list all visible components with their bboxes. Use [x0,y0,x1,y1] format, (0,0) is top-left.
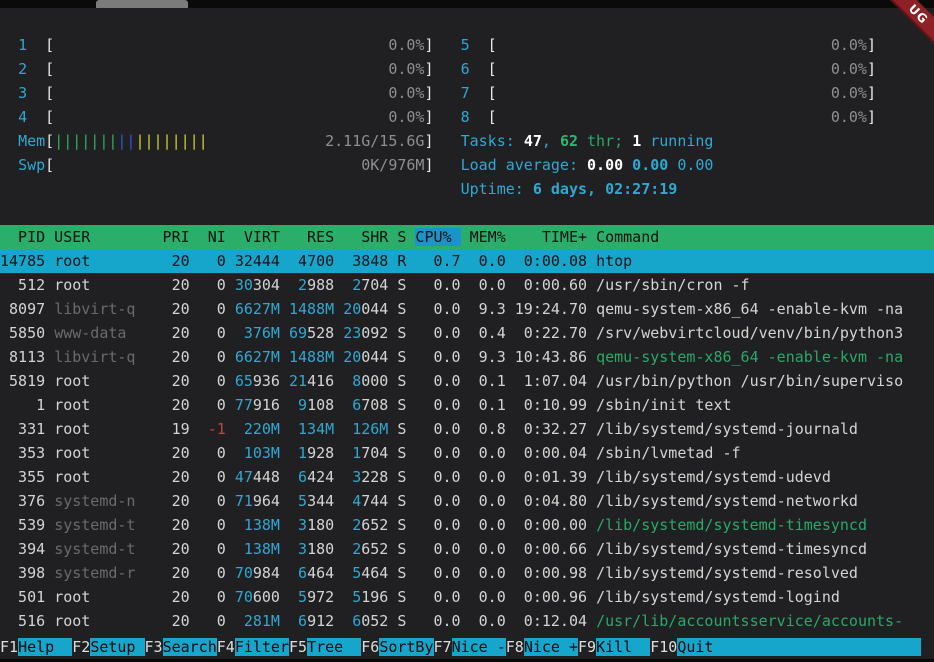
fkey-f10[interactable]: F10Quit [650,638,921,656]
process-row-353[interactable]: 353 root 20 0 103M 1928 1704 S 0.0 0.0 0… [0,441,934,465]
process-row-8113[interactable]: 8113 libvirt-q 20 0 6627M 1488M 20044 S … [0,345,934,369]
process-row-539[interactable]: 539 systemd-t 20 0 138M 3180 2652 S 0.0 … [0,513,934,537]
process-row-1[interactable]: 1 root 20 0 77916 9108 6708 S 0.0 0.1 0:… [0,393,934,417]
process-row-5850[interactable]: 5850 www-data 20 0 376M 69528 23092 S 0.… [0,321,934,345]
browser-tab[interactable] [96,0,188,8]
fkey-f2[interactable]: F2Setup [72,638,144,656]
fkey-f1[interactable]: F1Help [0,638,72,656]
process-row-376[interactable]: 376 systemd-n 20 0 71964 5344 4744 S 0.0… [0,489,934,513]
spacer-row [0,201,934,225]
window-chrome [0,0,934,8]
uptime-row: Uptime: 6 days, 02:27:19 [0,177,934,201]
process-row-501[interactable]: 501 root 20 0 70600 5972 5196 S 0.0 0.0 … [0,585,934,609]
fkey-f8[interactable]: F8Nice + [506,638,578,656]
process-row-516[interactable]: 516 root 20 0 281M 6912 6052 S 0.0 0.0 0… [0,609,934,633]
cpu-meters-row-4: 4 [ 0.0%] 8 [ 0.0%] [0,105,934,129]
function-key-bar: F1Help F2Setup F3SearchF4FilterF5Tree F6… [0,635,934,659]
fkey-f6[interactable]: F6SortBy [361,638,433,656]
cpu-meters-row-3: 3 [ 0.0%] 7 [ 0.0%] [0,81,934,105]
fkey-f7[interactable]: F7Nice - [434,638,506,656]
htop-terminal: 1 [ 0.0%] 5 [ 0.0%] 2 [ 0.0%] 6 [ 0.0%] … [0,8,934,659]
screen: 1 [ 0.0%] 5 [ 0.0%] 2 [ 0.0%] 6 [ 0.0%] … [0,0,934,662]
cpu-meters-row-1: 1 [ 0.0%] 5 [ 0.0%] [0,33,934,57]
table-header[interactable]: PID USER PRI NI VIRT RES SHR S CPU% MEM%… [0,225,934,249]
process-row-398[interactable]: 398 systemd-r 20 0 70984 6464 5464 S 0.0… [0,561,934,585]
process-row-331[interactable]: 331 root 19 -1 220M 134M 126M S 0.0 0.8 … [0,417,934,441]
process-row-512[interactable]: 512 root 20 0 30304 2988 2704 S 0.0 0.0 … [0,273,934,297]
swap-meter-row: Swp[ 0K/976M] Load average: 0.00 0.00 0.… [0,153,934,177]
process-row-355[interactable]: 355 root 20 0 47448 6424 3228 S 0.0 0.0 … [0,465,934,489]
fkey-f4[interactable]: F4Filter [217,638,289,656]
process-row-394[interactable]: 394 systemd-t 20 0 138M 3180 2652 S 0.0 … [0,537,934,561]
memory-meter-row: Mem[||||||||||||||||| 2.11G/15.6G] Tasks… [0,129,934,153]
fkey-f9[interactable]: F9Kill [578,638,650,656]
process-row-5819[interactable]: 5819 root 20 0 65936 21416 8000 S 0.0 0.… [0,369,934,393]
process-row-14785[interactable]: 14785 root 20 0 32444 4700 3848 R 0.7 0.… [0,249,934,273]
cpu-meters-row-2: 2 [ 0.0%] 6 [ 0.0%] [0,57,934,81]
fkey-f5[interactable]: F5Tree [289,638,361,656]
process-row-8097[interactable]: 8097 libvirt-q 20 0 6627M 1488M 20044 S … [0,297,934,321]
fkey-f3[interactable]: F3Search [145,638,217,656]
